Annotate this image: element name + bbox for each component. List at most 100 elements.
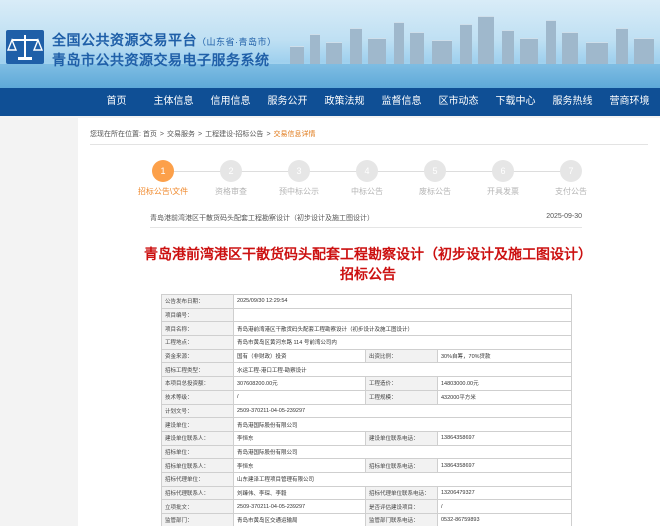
- field-label: 计划文号：: [161, 403, 234, 419]
- nav-item-supervision[interactable]: 监督信息: [373, 88, 430, 116]
- project-name: 青岛港前湾港区干散货码头配套工程勘察设计（初步设计及施工图设计）: [150, 215, 374, 222]
- step-qualification-review[interactable]: 2 资格审查: [196, 160, 266, 197]
- field-value: 0532-86759893: [437, 513, 572, 526]
- field-label: 立项批文：: [161, 499, 234, 514]
- step-label: 支付公告: [555, 187, 587, 196]
- table-row: 招标单位联系人： 李恒东 招标单位联系电话： 13864358697: [161, 458, 572, 473]
- content-panel: 您现在所在位置: 首页 > 交易服务 > 工程建设-招标公告 > 交易信息详情 1 招标公告…: [78, 118, 660, 526]
- step-void-notice[interactable]: 5 废标公告: [400, 160, 470, 197]
- breadcrumb-engineering-link[interactable]: 工程建设-招标公告: [205, 131, 263, 138]
- field-label: 是否评估建设项目：: [365, 499, 438, 514]
- table-row: 资金来源： 国有（非财政）投资 出资比例： 30%自筹，70%贷款: [161, 348, 572, 364]
- table-row: 建设单位： 青岛港国际股份有限公司: [161, 417, 572, 432]
- announcement-info-table: 公告发布日期： 2025/09/30 12:29:54 项目编号： 项目名称： 青岛港前…: [161, 294, 572, 526]
- system-title: 青岛市公共资源交易电子服务系统: [52, 52, 270, 68]
- field-label: 监管部门：: [161, 513, 234, 526]
- field-label: 招标代理单位：: [161, 471, 234, 487]
- field-value: 2509-370211-04-05-239297: [233, 403, 572, 419]
- field-value: 水运工程-港口工程-勘察设计: [233, 362, 572, 378]
- field-value: 李恒东: [233, 458, 366, 473]
- step-payment-notice[interactable]: 7 支付公告: [536, 160, 606, 197]
- step-number: 7: [560, 160, 582, 182]
- field-label: 公告发布日期：: [161, 294, 234, 309]
- nav-item-hotline[interactable]: 服务热线: [544, 88, 601, 116]
- field-value: 国有（非财政）投资: [233, 348, 366, 364]
- nav-item-entity-info[interactable]: 主体信息: [145, 88, 202, 116]
- field-value: [233, 307, 572, 323]
- table-row: 招标代理单位： 山东建泽工程项目管理有限公司: [161, 471, 572, 487]
- main-nav: 首页 主体信息 信用信息 服务公开 政策法规 监督信息 区市动态 下载中心 服务…: [0, 88, 660, 116]
- field-label: 出资比例：: [365, 348, 438, 364]
- nav-item-policy[interactable]: 政策法规: [316, 88, 373, 116]
- field-value: 13864358697: [437, 458, 572, 473]
- field-value: 青岛港国际股份有限公司: [233, 417, 572, 432]
- step-label: 预中标公示: [279, 187, 319, 196]
- field-label: 本项目总投资额：: [161, 376, 234, 391]
- field-label: 招标单位：: [161, 444, 234, 460]
- table-row: 项目名称： 青岛港前湾港区干散货码头配套工程勘察设计（初步设计及施工图设计）: [161, 321, 572, 337]
- table-row: 公告发布日期： 2025/09/30 12:29:54: [161, 294, 572, 309]
- step-label: 开具发票: [487, 187, 519, 196]
- breadcrumb-trade-service-link[interactable]: 交易服务: [167, 131, 195, 138]
- table-row: 项目编号：: [161, 307, 572, 323]
- field-value: 2025/09/30 12:29:54: [233, 294, 572, 309]
- table-row: 计划文号： 2509-370211-04-05-239297: [161, 403, 572, 419]
- nav-item-downloads[interactable]: 下载中心: [487, 88, 544, 116]
- field-label: 招标单位联系电话：: [365, 458, 438, 473]
- nav-item-home[interactable]: 首页: [88, 88, 145, 116]
- field-value: 青岛港前湾港区干散货码头配套工程勘察设计（初步设计及施工图设计）: [233, 321, 572, 337]
- step-label: 废标公告: [419, 187, 451, 196]
- field-value: /: [233, 389, 366, 405]
- step-label: 资格审查: [215, 187, 247, 196]
- step-number: 6: [492, 160, 514, 182]
- nav-item-service-disclosure[interactable]: 服务公开: [259, 88, 316, 116]
- nav-item-credit-info[interactable]: 信用信息: [202, 88, 259, 116]
- platform-title-main: 全国公共资源交易平台: [52, 32, 197, 48]
- nav-item-business-env[interactable]: 营商环境: [601, 88, 658, 116]
- header-banner: 全国公共资源交易平台（山东省·青岛市） 青岛市公共资源交易电子服务系统: [0, 0, 660, 88]
- field-value: 30%自筹，70%贷款: [437, 348, 572, 364]
- field-value: 李恒东: [233, 430, 366, 446]
- table-row: 建设单位联系人： 李恒东 建设单位联系电话： 13864358697: [161, 430, 572, 446]
- announcement-title: 青岛港前湾港区干散货码头配套工程勘察设计（初步设计及施工图设计）招标公告: [144, 246, 592, 282]
- field-value: 14803000.00元: [437, 376, 572, 391]
- step-invoice[interactable]: 6 开具发票: [468, 160, 538, 197]
- step-number: 1: [152, 160, 174, 182]
- field-value: 山东建泽工程项目管理有限公司: [233, 471, 572, 487]
- breadcrumb-separator: >: [266, 131, 271, 138]
- field-value: /: [437, 499, 572, 514]
- breadcrumb-separator: >: [198, 131, 203, 138]
- step-number: 2: [220, 160, 242, 182]
- nav-item-district-news[interactable]: 区市动态: [430, 88, 487, 116]
- step-award-notice[interactable]: 4 中标公告: [332, 160, 402, 197]
- field-value: 13206479327: [437, 485, 572, 501]
- table-row: 立项批文： 2509-370211-04-05-239297 是否评估建设项目： /: [161, 499, 572, 514]
- field-value: 432000平方米: [437, 389, 572, 405]
- table-row: 本项目总投资额： 307608200.00元 工程造价： 14803000.00元: [161, 376, 572, 391]
- table-row: 监管部门： 青岛市黄岛区交通运输局 监管部门联系电话： 0532-86759893: [161, 513, 572, 526]
- step-label: 招标公告\文件: [137, 187, 189, 196]
- field-value: 青岛市黄岛区交通运输局: [233, 513, 366, 526]
- field-label: 建设单位联系电话：: [365, 430, 438, 446]
- breadcrumb: 您现在所在位置: 首页 > 交易服务 > 工程建设-招标公告 > 交易信息详情: [90, 129, 316, 139]
- field-value: 13864358697: [437, 430, 572, 446]
- field-value: 刘臻伟、李琛、李毅: [233, 485, 366, 501]
- table-row: 招标工程类型： 水运工程-港口工程-勘察设计: [161, 362, 572, 378]
- platform-title: 全国公共资源交易平台（山东省·青岛市）: [52, 30, 277, 50]
- step-number: 5: [424, 160, 446, 182]
- field-value: 307608200.00元: [233, 376, 366, 391]
- field-label: 招标单位联系人：: [161, 458, 234, 473]
- step-pre-award-publicity[interactable]: 3 预中标公示: [264, 160, 334, 197]
- field-label: 招标代理联系人：: [161, 485, 234, 501]
- breadcrumb-separator: >: [159, 131, 164, 138]
- scales-logo-icon: [6, 30, 44, 64]
- table-row: 招标单位： 青岛港国际股份有限公司: [161, 444, 572, 460]
- field-label: 招标代理单位联系电话：: [365, 485, 438, 501]
- step-tender-notice[interactable]: 1 招标公告\文件: [128, 160, 198, 197]
- field-label: 招标工程类型：: [161, 362, 234, 378]
- platform-title-region: （山东省·青岛市）: [197, 37, 277, 47]
- breadcrumb-home-link[interactable]: 首页: [143, 131, 157, 138]
- table-row: 工程地点： 青岛市黄岛区黄河东路 114 号前湾公司内: [161, 335, 572, 350]
- field-label: 建设单位联系人：: [161, 430, 234, 446]
- breadcrumb-prefix: 您现在所在位置:: [90, 131, 141, 138]
